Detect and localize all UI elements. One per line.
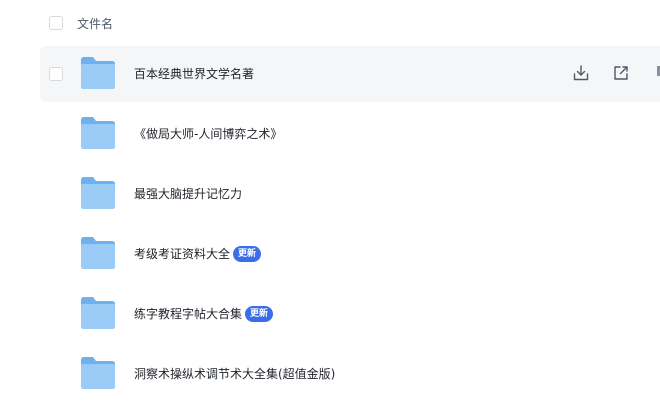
file-name[interactable]: 《做局大师-人间博弈之术》 [134,106,282,162]
file-row[interactable]: 练字教程字帖大合集 更新 [40,286,660,342]
file-name-text[interactable]: 《做局大师-人间博弈之术》 [134,106,282,162]
row-actions [572,64,630,82]
download-icon[interactable] [572,64,590,82]
folder-icon [80,116,116,150]
file-name-text[interactable]: 练字教程字帖大合集 [134,286,242,342]
file-name[interactable]: 洞察术操纵术调节术大全集(超值金版) [134,346,335,402]
file-name-text[interactable]: 洞察术操纵术调节术大全集(超值金版) [134,346,335,402]
file-row[interactable]: 《做局大师-人间博弈之术》 [40,106,660,162]
file-name[interactable]: 百本经典世界文学名著 [134,46,254,102]
file-list-header: 文件名 [40,4,660,44]
file-list-page: 文件名 百本经典世界文学名著 《做局大师-人间博弈之术》 最强大脑提升记忆力 考… [0,0,660,402]
file-name-text[interactable]: 最强大脑提升记忆力 [134,166,242,222]
folder-icon [80,296,116,330]
folder-icon [80,56,116,90]
share-icon[interactable] [612,64,630,82]
file-name-text[interactable]: 百本经典世界文学名著 [134,46,254,102]
file-row[interactable]: 最强大脑提升记忆力 [40,166,660,222]
file-name[interactable]: 最强大脑提升记忆力 [134,166,242,222]
select-all-checkbox[interactable] [49,16,63,30]
file-row[interactable]: 考级考证资料大全 更新 [40,226,660,282]
file-row[interactable]: 洞察术操纵术调节术大全集(超值金版) [40,346,660,402]
update-badge: 更新 [233,246,262,262]
column-header-filename[interactable]: 文件名 [77,4,113,44]
row-checkbox[interactable] [49,67,63,81]
file-name[interactable]: 考级考证资料大全 更新 [134,226,262,282]
file-name-text[interactable]: 考级考证资料大全 [134,226,230,282]
update-badge: 更新 [245,306,274,322]
folder-icon [80,236,116,270]
file-name[interactable]: 练字教程字帖大合集 更新 [134,286,274,342]
folder-icon [80,176,116,210]
file-row[interactable]: 百本经典世界文学名著 [40,46,660,102]
folder-icon [80,356,116,390]
